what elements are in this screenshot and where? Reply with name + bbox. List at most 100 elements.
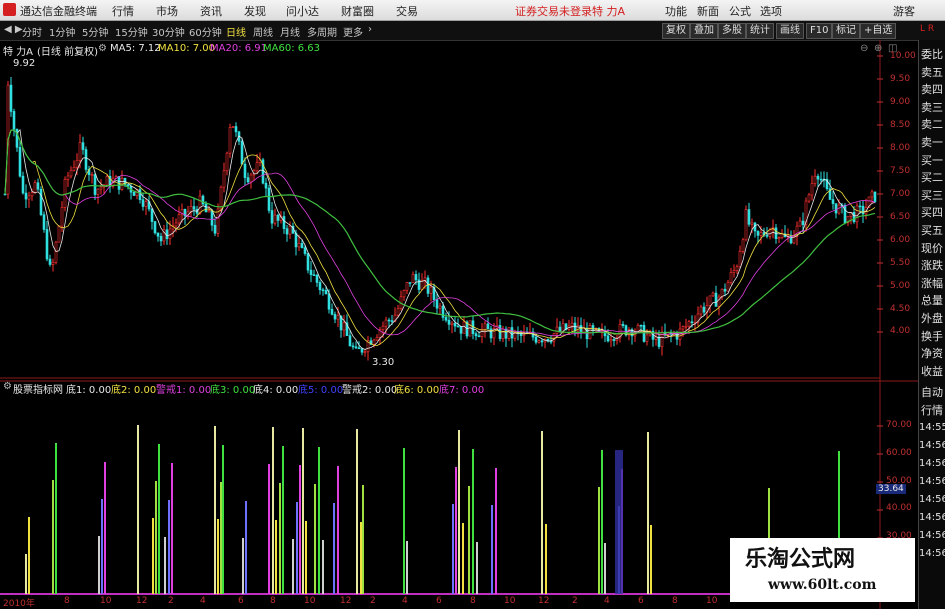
candle-body <box>480 329 484 338</box>
candle-body <box>324 290 328 295</box>
candle-body <box>537 340 541 343</box>
indicator-value: 警戒2: 0.00 <box>342 385 398 396</box>
draw-line-button[interactable]: 画线 <box>776 23 804 39</box>
indicator-bar <box>275 520 277 594</box>
candle-body <box>687 321 691 327</box>
indicator-bar <box>272 427 274 594</box>
candle-body <box>570 322 574 327</box>
x-tick-label: 8 <box>64 596 70 606</box>
candle-body <box>738 250 742 268</box>
chart-area[interactable] <box>0 40 918 609</box>
menu-item-market-quotes[interactable]: 行情 <box>112 3 134 19</box>
menu-item-news[interactable]: 资讯 <box>200 3 222 19</box>
indicator-gear-icon[interactable]: ⚙ <box>3 381 12 392</box>
period-tab-multi[interactable]: 多周期 <box>307 24 337 39</box>
y-tick: 9.00 <box>890 97 911 107</box>
candle-body <box>318 282 322 291</box>
x-tick-label: 2 <box>572 596 578 606</box>
indicator-bar <box>242 538 244 594</box>
candle-body <box>645 334 649 342</box>
indicator-bar <box>360 522 362 594</box>
indicator-bar <box>322 540 324 594</box>
add-favorite-button[interactable]: +自选 <box>860 23 897 39</box>
indicator-bar <box>168 500 170 594</box>
period-tab-30min[interactable]: 30分钟 <box>152 24 185 39</box>
indicator-value: 底7: 0.00 <box>439 385 485 396</box>
period-tab-15min[interactable]: 15分钟 <box>115 24 148 39</box>
x-tick-label: 12 <box>340 596 352 606</box>
candle-body <box>861 205 865 215</box>
menu-item-function[interactable]: 功能 <box>665 3 687 19</box>
period-tab-more[interactable]: 更多 <box>343 24 363 39</box>
menu-item-ask[interactable]: 问小达 <box>286 3 319 19</box>
statistics-button[interactable]: 统计 <box>746 23 774 39</box>
auto-quote-label[interactable]: 自动 <box>921 384 943 400</box>
guest-label[interactable]: 游客 <box>893 3 915 19</box>
candle-body <box>729 272 733 283</box>
adjust-button[interactable]: 复权 <box>662 23 690 39</box>
menu-item-discover[interactable]: 发现 <box>244 3 266 19</box>
period-tab-minute[interactable]: 分时 <box>22 24 42 39</box>
x-tick-label: 6 <box>238 596 244 606</box>
candle-body <box>66 175 70 180</box>
toolbar-arrows[interactable]: ◀ ▶ <box>4 24 23 35</box>
candle-body <box>384 319 388 327</box>
menu-item-new-page[interactable]: 新面 <box>697 3 719 19</box>
candle-body <box>264 182 268 189</box>
auto-quote-label[interactable]: 行情 <box>921 402 943 418</box>
zoom-in-icon[interactable]: ⊕ <box>874 43 882 54</box>
candle-body <box>606 335 610 342</box>
period-tab-daily[interactable]: 日线 <box>226 24 246 39</box>
indicator-bar <box>299 465 301 594</box>
indicator-bar <box>292 539 294 594</box>
quote-label: 买三 <box>921 188 943 202</box>
zoom-out-icon[interactable]: ⊖ <box>860 43 868 54</box>
multi-stock-button[interactable]: 多股 <box>718 23 746 39</box>
quote-label: 换手 <box>921 329 943 343</box>
candle-body <box>39 188 43 216</box>
indicator-bar <box>468 486 470 594</box>
candle-body <box>375 337 379 341</box>
indicator-bar <box>55 443 57 594</box>
mark-button[interactable]: 标记 <box>832 23 860 39</box>
menu-item-options[interactable]: 选项 <box>760 3 782 19</box>
indicator-bar <box>245 501 247 594</box>
chevron-right-icon[interactable]: › <box>368 24 372 35</box>
period-tab-5min[interactable]: 5分钟 <box>82 24 108 39</box>
indicator-bar <box>220 482 222 594</box>
settings-gear-icon[interactable]: ⚙ <box>98 43 107 54</box>
candle-body <box>27 195 31 200</box>
login-notice[interactable]: 证券交易未登录 <box>515 3 592 19</box>
f10-button[interactable]: F10 <box>806 23 833 39</box>
overlay-button[interactable]: 叠加 <box>690 23 718 39</box>
candle-body <box>309 269 313 275</box>
menu-item-wealth[interactable]: 财富圈 <box>341 3 374 19</box>
ma5-label: MA5: 7.12 <box>110 43 161 54</box>
menu-item-trade[interactable]: 交易 <box>396 3 418 19</box>
candle-body <box>243 163 247 178</box>
indicator-bar <box>598 487 600 594</box>
quote-label: 买四 <box>921 206 943 220</box>
candle-body <box>540 340 544 343</box>
candle-body <box>336 315 340 320</box>
period-tab-weekly[interactable]: 周线 <box>253 24 273 39</box>
x-tick-label: 4 <box>604 596 610 606</box>
menu-item-market[interactable]: 市场 <box>156 3 178 19</box>
indicator-bar <box>164 537 166 594</box>
period-tab-monthly[interactable]: 月线 <box>280 24 300 39</box>
indicator-bar <box>650 525 652 594</box>
candle-body <box>294 232 298 248</box>
current-stock-name: 特 力A <box>592 5 626 18</box>
quote-label: 净资 <box>921 347 943 361</box>
menu-item-formula[interactable]: 公式 <box>729 3 751 19</box>
indicator-bar <box>615 450 623 594</box>
candle-body <box>843 204 847 224</box>
period-tab-1min[interactable]: 1分钟 <box>49 24 75 39</box>
low-price-annotation: 3.30 <box>372 357 395 368</box>
period-tab-60min[interactable]: 60分钟 <box>189 24 222 39</box>
x-tick-label: 2 <box>168 596 174 606</box>
candle-body <box>93 174 97 195</box>
indicator-name[interactable]: 股票指标网 <box>13 381 63 396</box>
quote-label: 买二 <box>921 171 943 185</box>
candle-body <box>141 199 145 207</box>
